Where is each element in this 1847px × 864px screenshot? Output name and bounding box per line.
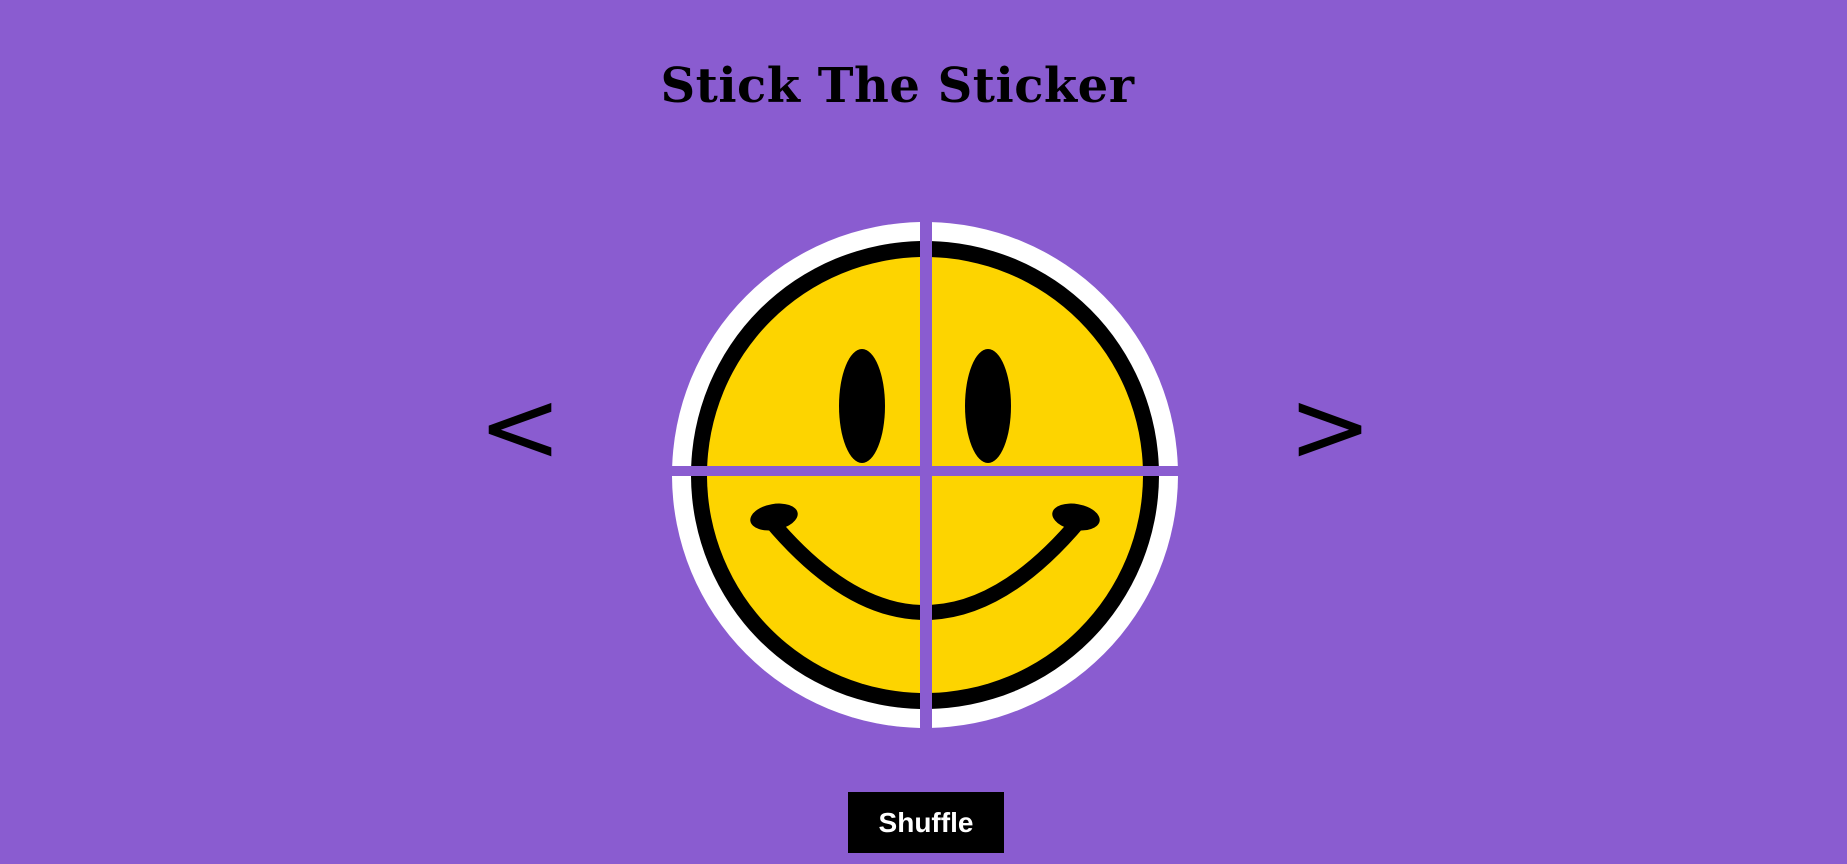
smiley-sticker-icon <box>672 222 920 466</box>
puzzle-piece-bottom-left[interactable] <box>670 476 920 730</box>
smiley-sticker-icon <box>932 222 1178 466</box>
previous-arrow-button[interactable]: < <box>475 372 565 482</box>
next-arrow-button[interactable]: > <box>1285 372 1375 482</box>
puzzle-board <box>670 220 1180 730</box>
shuffle-button[interactable]: Shuffle <box>848 792 1004 853</box>
smiley-sticker-icon <box>932 476 1178 728</box>
puzzle-piece-bottom-right[interactable] <box>932 476 1180 730</box>
puzzle-piece-top-left[interactable] <box>670 220 920 466</box>
smiley-sticker-icon <box>672 476 920 728</box>
page-title: Stick The Sticker <box>660 58 1135 114</box>
puzzle-piece-top-right[interactable] <box>932 220 1180 466</box>
